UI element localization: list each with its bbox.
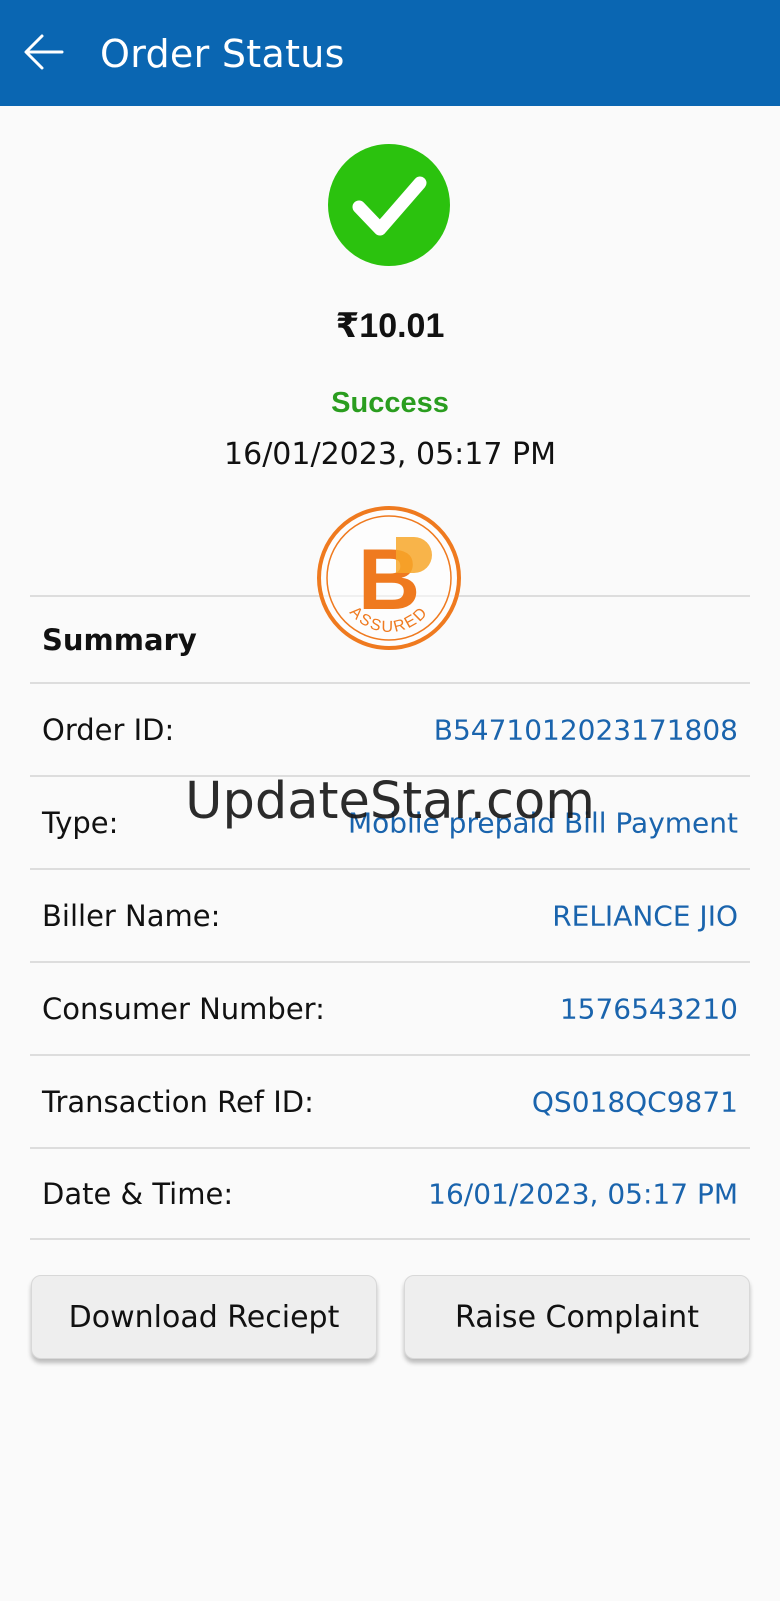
table-row: Date & Time: 16/01/2023, 05:17 PM bbox=[30, 1147, 750, 1240]
status-datetime: 16/01/2023, 05:17 PM bbox=[224, 437, 556, 472]
summary-table: Summary Order ID: B5471012023171808 Type… bbox=[30, 595, 750, 1240]
transaction-ref-value: QS018QC9871 bbox=[531, 1085, 738, 1118]
biller-name-label: Biller Name: bbox=[42, 898, 221, 933]
table-row: Consumer Number: 1576543210 bbox=[30, 961, 750, 1054]
bbps-assured-logo: B ASSURED bbox=[317, 506, 461, 650]
download-receipt-button[interactable]: Download Reciept bbox=[31, 1275, 377, 1359]
check-circle-icon bbox=[328, 144, 450, 266]
table-row: Transaction Ref ID: QS018QC9871 bbox=[30, 1054, 750, 1147]
status-label: Success bbox=[331, 387, 449, 419]
summary-heading: Summary bbox=[42, 622, 197, 657]
order-id-label: Order ID: bbox=[42, 712, 175, 747]
table-row: Type: Mobile prepaid Bill Payment bbox=[30, 775, 750, 868]
page-title: Order Status bbox=[100, 32, 345, 76]
biller-name-value: RELIANCE JIO bbox=[552, 899, 738, 932]
amount: ₹10.01 bbox=[335, 307, 445, 345]
consumer-number-value: 1576543210 bbox=[559, 992, 738, 1025]
arrow-left-icon bbox=[24, 34, 64, 70]
order-id-value: B5471012023171808 bbox=[433, 713, 738, 746]
raise-complaint-button[interactable]: Raise Complaint bbox=[404, 1275, 750, 1359]
consumer-number-label: Consumer Number: bbox=[42, 991, 325, 1026]
date-time-value: 16/01/2023, 05:17 PM bbox=[428, 1177, 738, 1210]
date-time-label: Date & Time: bbox=[42, 1176, 234, 1211]
app-bar: Order Status bbox=[0, 0, 780, 106]
transaction-ref-label: Transaction Ref ID: bbox=[42, 1084, 314, 1119]
table-row: Order ID: B5471012023171808 bbox=[30, 682, 750, 775]
table-row: Biller Name: RELIANCE JIO bbox=[30, 868, 750, 961]
type-label: Type: bbox=[42, 805, 119, 840]
back-button[interactable] bbox=[22, 30, 66, 74]
type-value: Mobile prepaid Bill Payment bbox=[347, 806, 738, 839]
